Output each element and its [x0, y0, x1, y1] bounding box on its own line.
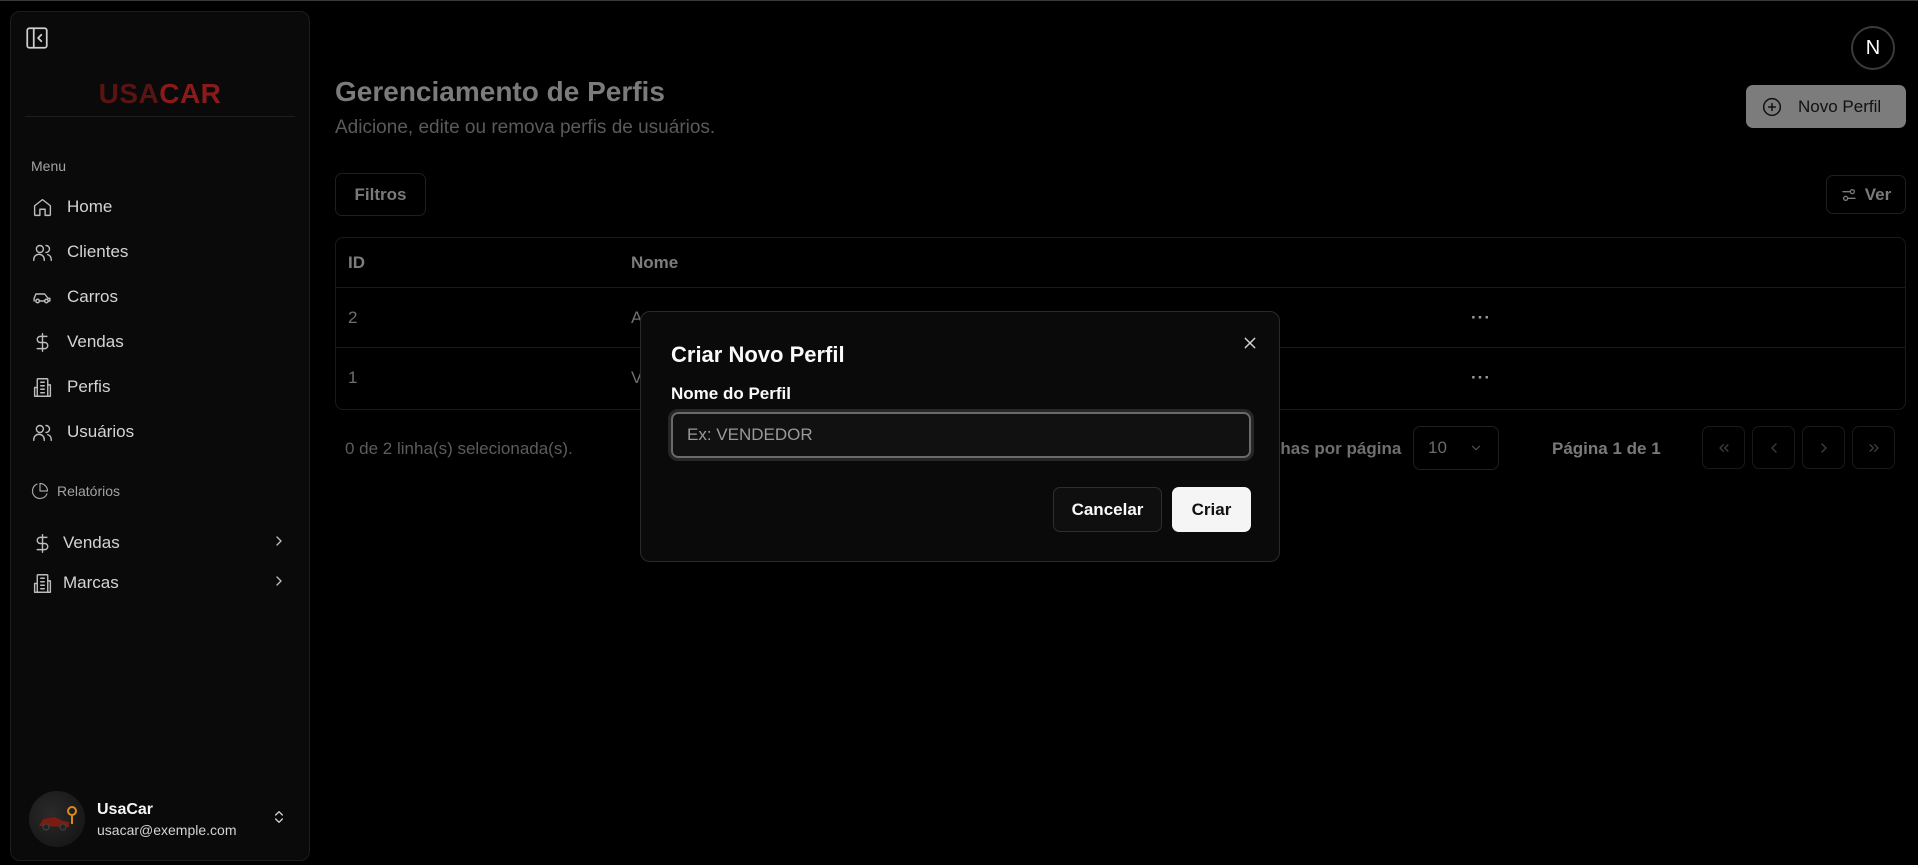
car-icon — [31, 286, 53, 308]
panel-left-close-icon — [26, 27, 48, 49]
close-icon — [1244, 337, 1256, 349]
sidebar-item-label: Perfis — [67, 377, 111, 396]
chevron-down-icon — [1471, 445, 1481, 451]
user-info: UsaCar usacar@exemple.com — [97, 801, 237, 838]
user-menu[interactable]: UsaCar usacar@exemple.com — [29, 790, 295, 848]
car-key-icon — [39, 806, 77, 831]
new-profile-label: Novo Perfil — [1798, 96, 1882, 116]
rows-per-page-label: nhas por página — [1270, 439, 1402, 458]
column-header-nome[interactable]: Nome — [631, 238, 678, 287]
sidebar-toggle-button[interactable] — [23, 24, 51, 52]
rows-per-page-select[interactable]: 10 — [1413, 426, 1499, 470]
sidebar-report-marcas[interactable]: Marcas — [31, 566, 295, 600]
reports-label-text: Relatórios — [57, 483, 121, 499]
dollar-sign-icon — [31, 331, 53, 353]
last-page-button[interactable] — [1852, 426, 1895, 469]
table-header-row: ID Nome — [336, 238, 1905, 288]
chevron-right-icon — [271, 573, 287, 594]
page-title: Gerenciamento de Perfis — [335, 76, 665, 107]
chevrons-up-down-icon — [271, 807, 287, 832]
row-actions-button[interactable]: ··· — [1471, 288, 1491, 347]
next-page-button[interactable] — [1802, 426, 1845, 469]
create-button[interactable]: Criar — [1172, 487, 1251, 532]
page-indicator: Página 1 de 1 — [1552, 439, 1661, 458]
sidebar-item-clientes[interactable]: Clientes — [31, 235, 295, 269]
row-actions-button[interactable]: ··· — [1471, 348, 1491, 408]
chevron-left-icon — [1770, 442, 1777, 453]
cancel-button[interactable]: Cancelar — [1053, 487, 1162, 532]
home-icon — [31, 196, 53, 218]
sidebar-item-home[interactable]: Home — [31, 190, 295, 224]
rows-per-page-value: 10 — [1428, 438, 1447, 457]
page-subtitle: Adicione, edite ou remova perfis de usuá… — [335, 117, 716, 138]
close-dialog-button[interactable] — [1239, 332, 1261, 354]
pie-chart-icon — [31, 482, 49, 500]
sidebar: USACAR Menu Home Clientes Carros Vendas … — [10, 11, 310, 861]
profile-name-label: Nome do Perfil — [671, 384, 791, 403]
sidebar-item-carros[interactable]: Carros — [31, 280, 295, 314]
selection-count: 0 de 2 linha(s) selecionada(s). — [345, 439, 573, 458]
building-icon — [31, 376, 53, 398]
cell-id: 1 — [348, 368, 358, 387]
filters-button[interactable]: Filtros — [335, 173, 426, 216]
building-icon — [31, 572, 53, 594]
plus-circle-icon — [1762, 97, 1782, 116]
logo-text-usa: USA — [98, 78, 160, 109]
cell-id: 2 — [348, 307, 358, 327]
sidebar-item-label: Vendas — [67, 332, 124, 351]
sidebar-divider — [25, 116, 295, 117]
chevrons-left-icon — [1718, 443, 1729, 452]
top-avatar[interactable]: N — [1851, 26, 1895, 70]
user-name: UsaCar — [97, 800, 154, 818]
create-profile-dialog: Criar Novo Perfil Nome do Perfil Cancela… — [640, 311, 1280, 562]
profile-name-input[interactable] — [668, 409, 1254, 461]
dialog-title: Criar Novo Perfil — [671, 342, 845, 367]
chevron-right-icon — [1820, 442, 1827, 453]
reports-section-label: Relatórios — [31, 482, 120, 500]
sidebar-item-vendas[interactable]: Vendas — [31, 325, 295, 359]
chevron-right-icon — [271, 533, 287, 554]
chevrons-right-icon — [1868, 443, 1879, 452]
column-header-id[interactable]: ID — [348, 238, 365, 287]
users-icon — [31, 421, 53, 443]
sidebar-item-label: Carros — [67, 287, 119, 306]
sidebar-item-usuarios[interactable]: Usuários — [31, 415, 295, 449]
dollar-sign-icon — [31, 532, 53, 554]
sidebar-item-label: Marcas — [63, 573, 119, 592]
menu-section-label: Menu — [31, 158, 67, 174]
first-page-button[interactable] — [1702, 426, 1745, 469]
sidebar-item-label: Home — [67, 197, 113, 216]
avatar — [29, 791, 85, 847]
view-label: Ver — [1864, 184, 1892, 204]
users-icon — [31, 241, 53, 263]
previous-page-button[interactable] — [1752, 426, 1795, 469]
brand-logo: USACAR — [11, 78, 309, 110]
logo-text-car: CAR — [159, 78, 222, 109]
sidebar-item-label: Usuários — [67, 422, 135, 441]
new-profile-button[interactable]: Novo Perfil — [1746, 85, 1906, 128]
sidebar-item-label: Clientes — [67, 242, 129, 261]
user-email: usacar@exemple.com — [97, 821, 237, 838]
sidebar-item-perfis[interactable]: Perfis — [31, 370, 295, 404]
sliders-icon — [1842, 188, 1856, 201]
view-button[interactable]: Ver — [1826, 175, 1906, 214]
sidebar-report-vendas[interactable]: Vendas — [31, 526, 295, 560]
sidebar-item-label: Vendas — [63, 533, 120, 552]
